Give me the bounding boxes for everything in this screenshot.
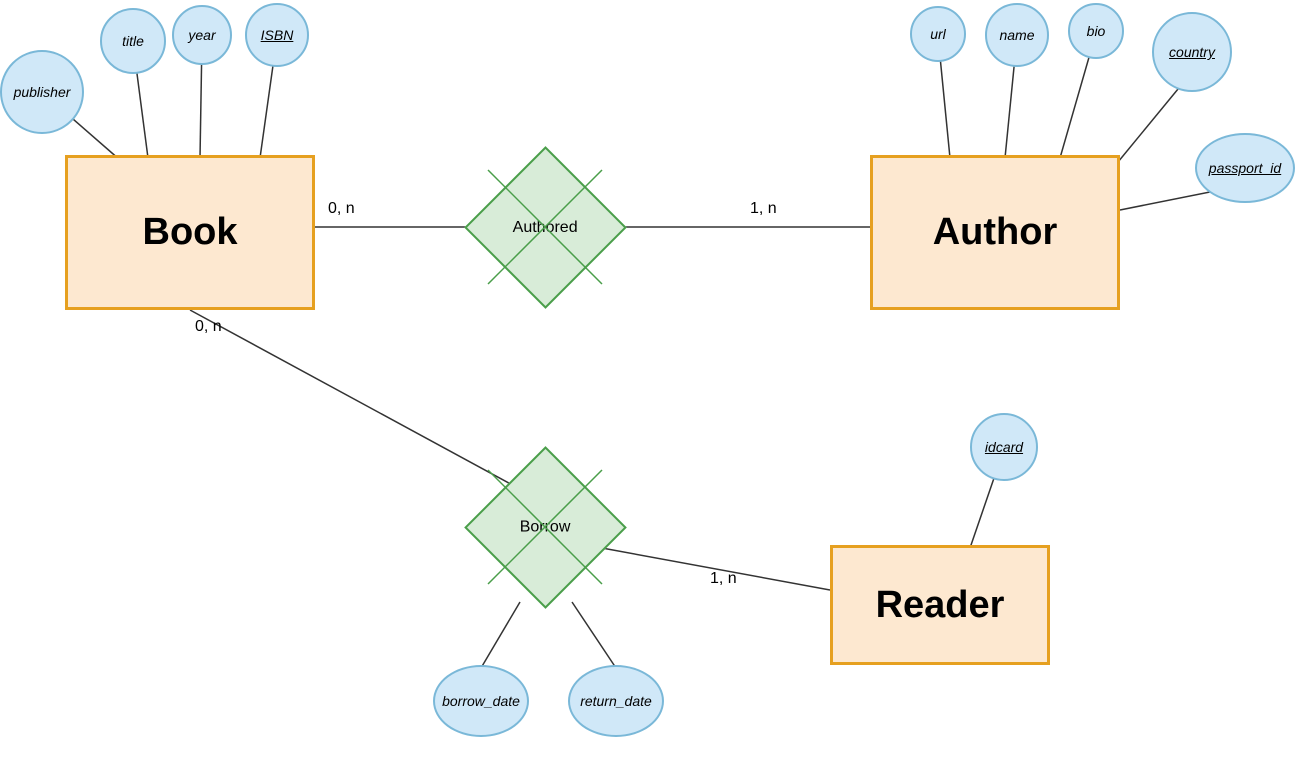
name-attr: name (985, 3, 1049, 67)
authored-label: Authored (513, 219, 578, 237)
borrow-label: Borrow (520, 519, 571, 537)
passport-id-attr: passport_id (1195, 133, 1295, 203)
cardinality-reader-borrow: 1, n (710, 570, 737, 588)
author-entity: Author (870, 155, 1120, 310)
borrow-date-attr: borrow_date (433, 665, 529, 737)
reader-entity: Reader (830, 545, 1050, 665)
bio-attr: bio (1068, 3, 1124, 59)
url-attr: url (910, 6, 966, 62)
reader-label: Reader (876, 584, 1005, 627)
cardinality-author-authored: 1, n (750, 200, 777, 218)
book-entity: Book (65, 155, 315, 310)
cardinality-book-authored: 0, n (328, 200, 355, 218)
book-label: Book (143, 211, 238, 254)
return-date-attr: return_date (568, 665, 664, 737)
title-attr: title (100, 8, 166, 74)
country-attr: country (1152, 12, 1232, 92)
publisher-attr: publisher (0, 50, 84, 134)
cardinality-book-borrow: 0, n (195, 318, 222, 336)
isbn-attr: ISBN (245, 3, 309, 67)
year-attr: year (172, 5, 232, 65)
idcard-attr: idcard (970, 413, 1038, 481)
author-label: Author (933, 211, 1058, 254)
